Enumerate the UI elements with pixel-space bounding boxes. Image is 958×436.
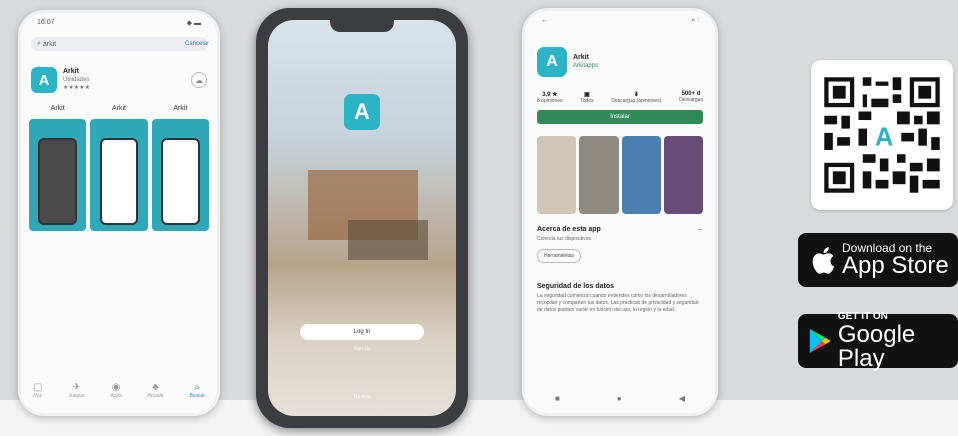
android-nav-bar: ■ ● ◀ — [555, 394, 685, 403]
search-input[interactable]: ⌕ arkit Cancelar — [31, 37, 209, 51]
back-nav-icon[interactable]: ◀ — [679, 394, 685, 403]
signup-link[interactable]: Sign Up — [268, 346, 456, 352]
apps-icon: ◉ — [111, 382, 121, 393]
ios-appstore-phone: 16:07 ◆ ▬ ⌕ arkit Cancelar A Arkit Utili… — [18, 10, 220, 416]
google-play-text: GET IT ON Google Play — [838, 311, 958, 371]
stat-age: ▣ Todos — [580, 91, 593, 104]
tab-label: Juegos — [68, 393, 85, 399]
stat-label: 8 opiniones — [537, 98, 563, 104]
splash-phone: A Log In Sign Up Try now — [256, 8, 468, 428]
screenshot-phone — [161, 138, 200, 225]
screenshot-label-2: Arkit — [111, 105, 126, 112]
category-chip[interactable]: Herramientas — [537, 249, 582, 263]
stat-rating: 3,9 ★ 8 opiniones — [537, 91, 563, 104]
stat-value: 3,9 ★ — [542, 92, 558, 98]
about-title: Acerca de esta app — [537, 226, 601, 233]
search-icon: ⌕ — [194, 382, 200, 393]
app-name: Arkit — [573, 54, 589, 61]
app-store-text: Download on the App Store — [842, 242, 949, 278]
app-stars: ★★★★★ — [63, 85, 90, 91]
arcade-icon: ♣ — [152, 382, 159, 393]
app-header: A Arkit Arkitapps — [537, 47, 703, 77]
app-name: Arkit — [63, 68, 79, 75]
status-bar: 16:07 ◆ ▬ — [21, 13, 217, 37]
games-icon: ✈ — [72, 382, 81, 393]
today-icon: ▢ — [33, 382, 43, 393]
app-result-row[interactable]: A Arkit Utilidades ★★★★★ ☁ — [31, 67, 207, 93]
install-button[interactable]: Instalar — [537, 110, 703, 124]
status-bar: ← ⌕ ⋮ — [525, 11, 715, 35]
home-icon[interactable]: ● — [617, 394, 622, 403]
login-button[interactable]: Log In — [300, 324, 424, 340]
screenshot-2[interactable]: Arkit — [90, 105, 148, 231]
tab-bar: ▢ Hoy ✈ Juegos ◉ Apps ♣ Arcade ⌕ Buscar — [33, 382, 205, 399]
security-title: Seguridad de los datos — [537, 283, 615, 290]
stat-label: Descargas — [679, 97, 703, 103]
phone-notch — [330, 20, 394, 32]
stat-label: Todos — [580, 98, 594, 104]
developer-link[interactable]: Arkitapps — [573, 63, 598, 69]
tab-apps[interactable]: ◉ Apps — [110, 382, 121, 399]
status-time: 16:07 — [37, 19, 55, 26]
screenshot-3[interactable] — [621, 136, 661, 214]
qr-code-icon: A — [820, 73, 944, 197]
google-play-big: Google Play — [837, 321, 916, 372]
cancel-button[interactable]: Cancelar — [185, 41, 209, 47]
arkit-logo-icon: A — [344, 94, 380, 130]
stat-value: ▣ — [584, 92, 590, 98]
app-icon: A — [31, 67, 57, 93]
app-store-big: App Store — [842, 252, 949, 279]
stat-downloads-icon: ⬇ Descargas (opiniones) — [611, 91, 661, 104]
apple-icon — [812, 247, 835, 274]
tab-today[interactable]: ▢ Hoy — [33, 382, 42, 399]
app-meta: Arkit Arkitapps — [573, 54, 598, 70]
google-play-badge[interactable]: GET IT ON Google Play — [798, 311, 958, 371]
stats-row: 3,9 ★ 8 opiniones ▣ Todos ⬇ Descargas (opin… — [537, 91, 703, 104]
about-section[interactable]: Acerca de esta app → — [537, 226, 703, 233]
app-meta: Arkit Utilidades ★★★★★ — [63, 68, 90, 92]
search-more-icons[interactable]: ⌕ ⋮ — [691, 17, 699, 35]
screenshot-strip: Arkit Arkit Arkit — [29, 105, 209, 231]
screenshot-phone — [99, 138, 139, 225]
svg-text:A: A — [875, 124, 894, 152]
stat-downloads: 500+ d Descargas — [679, 91, 703, 104]
arrow-right-icon: → — [696, 226, 703, 233]
qr-code[interactable]: A — [811, 60, 953, 210]
recents-icon[interactable]: ■ — [555, 394, 560, 403]
stat-label: Descargas (opiniones) — [611, 98, 662, 104]
app-developer: Utilidades — [63, 77, 90, 83]
screenshot-strip — [537, 136, 703, 214]
tab-games[interactable]: ✈ Juegos — [68, 382, 84, 399]
google-play-icon — [809, 329, 831, 353]
tab-label: Arcade — [147, 393, 164, 399]
room-furniture — [348, 220, 428, 260]
back-icon[interactable]: ← — [541, 17, 548, 35]
play-store-phone: ← ⌕ ⋮ A Arkit Arkitapps 3,9 ★ 8 opiniones… — [522, 8, 718, 416]
splash-screen: A Log In Sign Up Try now — [268, 20, 456, 416]
screenshot-label-1: Arkit — [50, 105, 65, 112]
download-icon[interactable]: ☁ — [191, 72, 207, 88]
screenshot-2[interactable] — [579, 136, 619, 214]
tab-label: Hoy — [33, 393, 43, 399]
screenshot-label-3: Arkit — [173, 105, 188, 112]
tab-arcade[interactable]: ♣ Arcade — [148, 382, 164, 399]
status-icons: ◆ ▬ — [186, 20, 201, 27]
security-section[interactable]: Seguridad de los datos — [537, 283, 703, 290]
app-icon: A — [537, 47, 567, 77]
try-link[interactable]: Try now — [268, 394, 456, 400]
screenshot-1[interactable]: Arkit — [29, 105, 87, 231]
stat-value: ⬇ — [633, 92, 639, 98]
security-text: La seguridad comienza cuando entiendes c… — [537, 293, 699, 313]
about-text: Conecta tus dispositivos — [537, 236, 591, 242]
search-text: arkit — [42, 40, 57, 48]
screenshot-4[interactable] — [663, 136, 703, 214]
tab-search[interactable]: ⌕ Buscar — [189, 382, 205, 399]
tab-label: Apps — [110, 393, 122, 399]
tab-label: Buscar — [189, 393, 205, 399]
screenshot-3[interactable]: Arkit — [151, 105, 209, 231]
app-store-badge[interactable]: Download on the App Store — [798, 233, 958, 287]
screenshot-phone — [38, 138, 77, 225]
screenshot-1[interactable] — [537, 136, 577, 214]
